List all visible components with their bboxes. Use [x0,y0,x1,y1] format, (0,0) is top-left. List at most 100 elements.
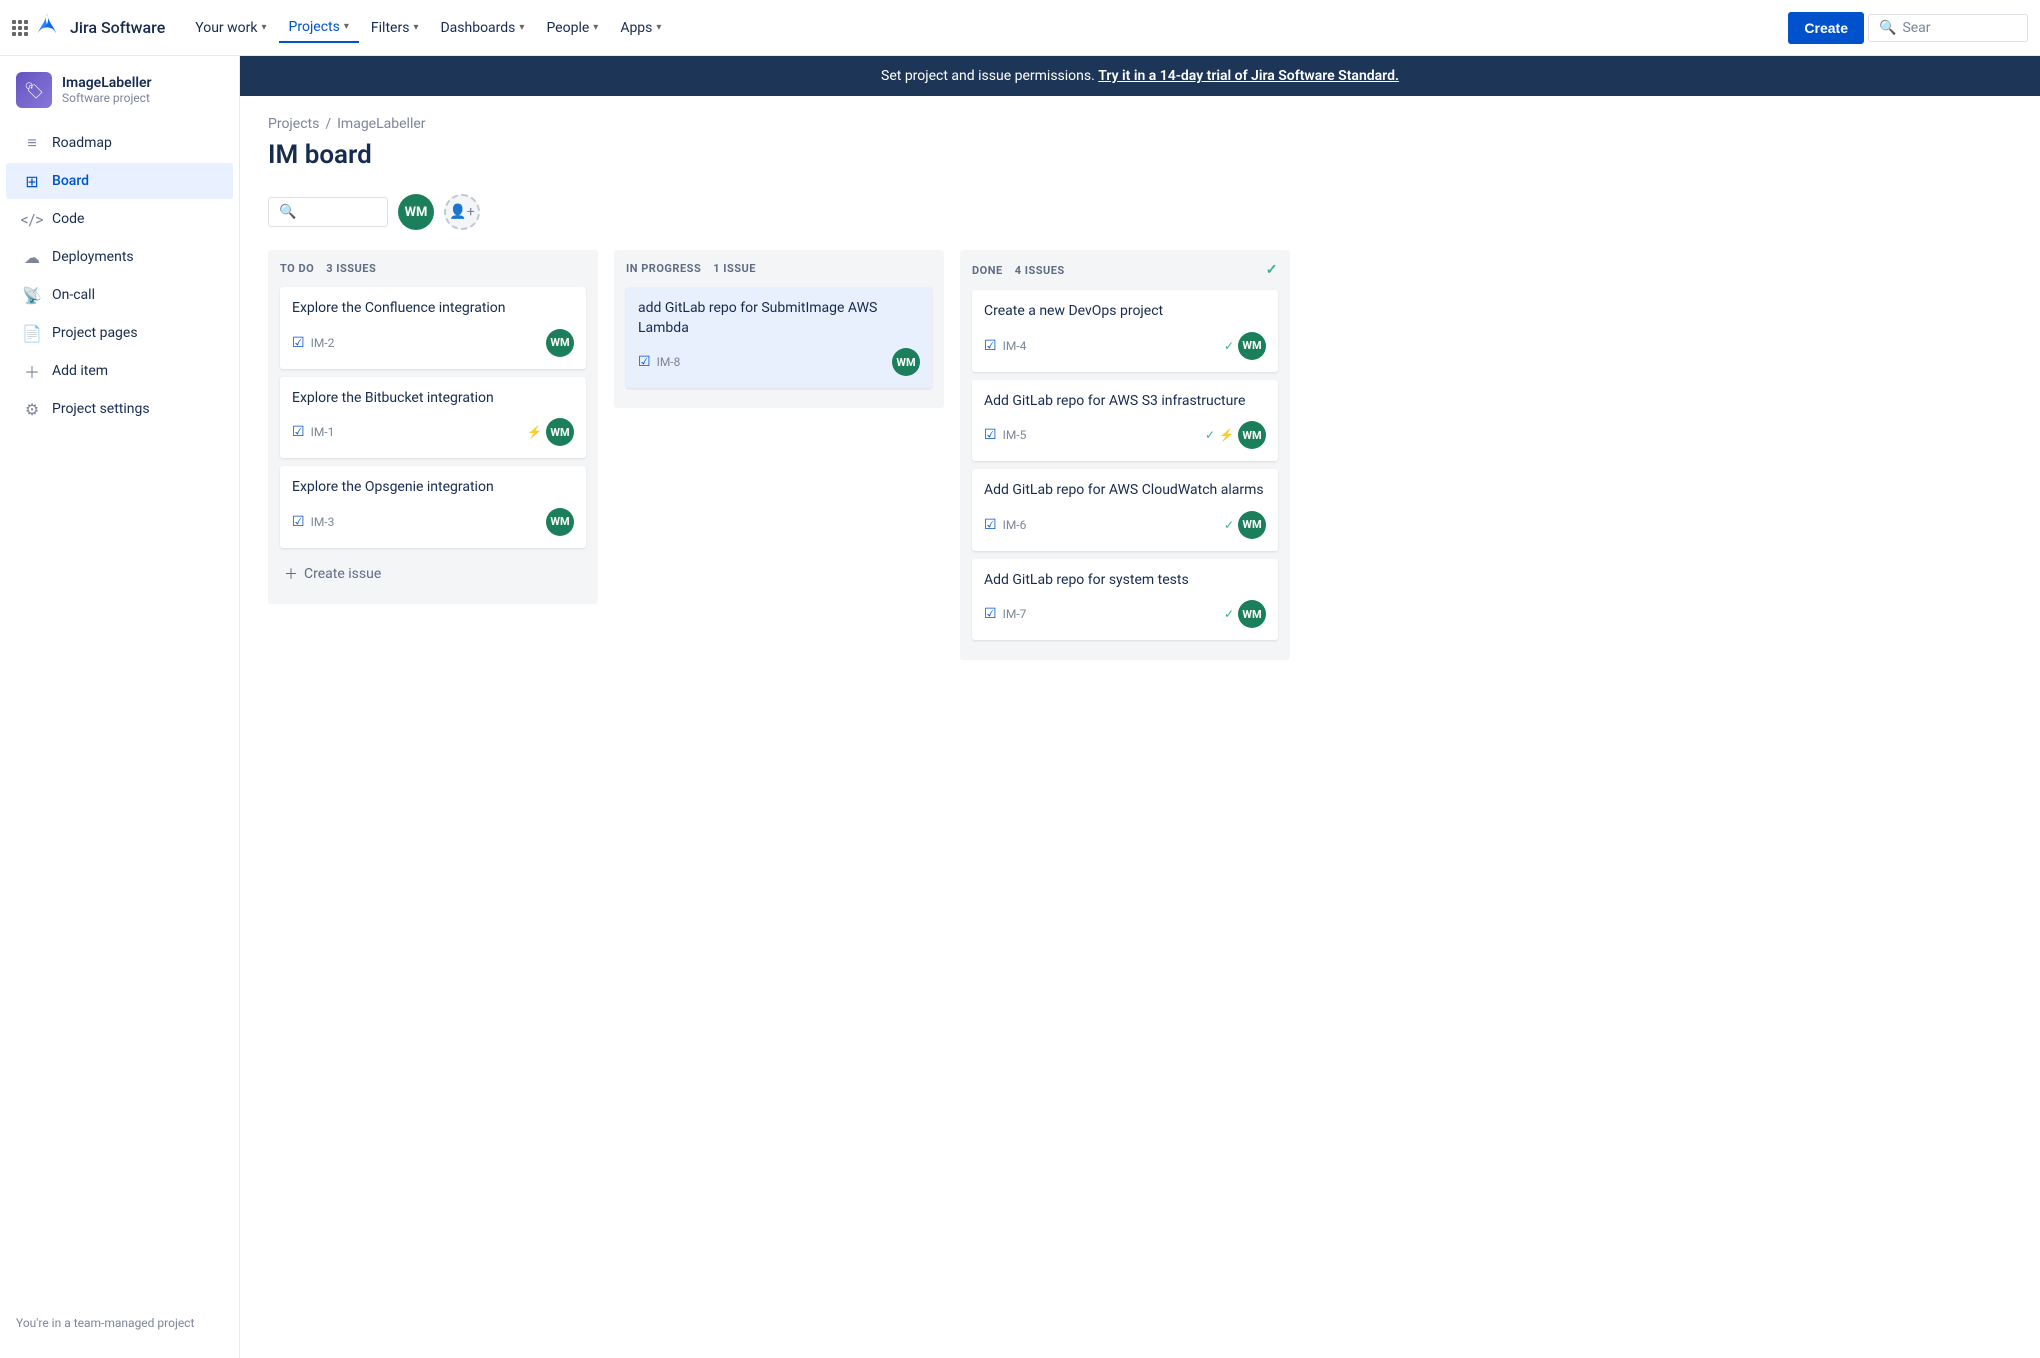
trial-link[interactable]: Try it in a 14-day trial of Jira Softwar… [1098,68,1399,84]
card-avatar: WM [1238,332,1266,360]
board-icon: ⊞ [22,171,42,191]
column-title: TO DO [280,262,314,275]
chevron-down-icon: ▾ [593,22,598,33]
card-title: Explore the Confluence integration [292,299,574,319]
nav-apps[interactable]: Apps ▾ [610,14,671,42]
sidebar-item-label: Add item [52,363,108,379]
pages-icon: 📄 [22,323,42,343]
logo-text: Jira Software [70,18,165,37]
card-checkbox-icon: ☑ [292,424,305,440]
card-icons: WM [892,348,920,376]
deployments-icon: ☁ [22,247,42,267]
card-avatar: WM [546,418,574,446]
user-avatar-wm[interactable]: WM [398,194,434,230]
card-id: IM-4 [1003,339,1027,353]
card-id: IM-2 [311,336,335,350]
check-icon: ✓ [1224,518,1234,532]
check-icon: ✓ [1224,607,1234,621]
sidebar-item-label: Board [52,173,89,189]
project-avatar: 🏷 [16,72,52,108]
create-issue-label: Create issue [304,566,381,582]
main-content: Set project and issue permissions. Try i… [240,56,2040,1358]
board-card[interactable]: Create a new DevOps project ☑ IM-4 ✓WM [972,290,1278,372]
card-title: Explore the Opsgenie integration [292,478,574,498]
nav-people[interactable]: People ▾ [536,14,608,42]
card-icons: ✓WM [1224,332,1266,360]
link-icon: ⚡ [1219,428,1234,442]
column-title: DONE [972,264,1003,277]
nav-projects[interactable]: Projects ▾ [279,13,359,43]
sidebar-item-label: Roadmap [52,135,112,151]
card-icons: ✓ WM [1224,600,1266,628]
column-header: TO DO 3 ISSUES [280,262,586,275]
card-icons: ✓WM [1224,511,1266,539]
sidebar-item-project-pages[interactable]: 📄 Project pages [6,315,233,351]
card-footer: ☑IM-7✓WM [984,600,1266,628]
create-button[interactable]: Create [1788,12,1864,44]
card-checkbox-icon: ☑ [292,514,305,530]
sidebar-item-add-item[interactable]: ＋ Add item [6,353,233,389]
column-count: 1 ISSUE [713,262,756,275]
board-column-0: TO DO 3 ISSUES Explore the Confluence inte… [268,250,598,604]
logo[interactable]: Jira Software [32,13,165,43]
create-issue-button[interactable]: ＋ Create issue [280,556,586,592]
card-checkbox-icon: ☑ [984,338,997,354]
global-search[interactable]: 🔍 Sear [1868,14,2028,42]
breadcrumb-projects[interactable]: Projects [268,116,319,132]
board-card[interactable]: Add GitLab repo for AWS CloudWatch alarm… [972,469,1278,551]
card-meta: ☑IM-1 [292,424,334,440]
sidebar-item-oncall[interactable]: 📡 On-call [6,277,233,313]
card-id: IM-6 [1003,518,1027,532]
nav-your-work[interactable]: Your work ▾ [185,14,276,42]
board-card[interactable]: Explore the Opsgenie integration ☑IM-3 WM [280,466,586,548]
app-switcher-icon[interactable] [12,20,28,36]
card-avatar: WM [1238,600,1266,628]
card-meta: ☑IM-3 [292,514,334,530]
board-card[interactable]: Explore the Confluence integration☑IM-2W… [280,287,586,369]
card-title: Create a new DevOps project [984,302,1266,322]
sidebar-item-code[interactable]: </> Code [6,201,233,237]
card-footer: ☑IM-6✓WM [984,511,1266,539]
board-card[interactable]: add GitLab repo for SubmitImage AWS Lamb… [626,287,932,388]
search-icon: 🔍 [279,204,296,220]
sidebar-item-deployments[interactable]: ☁ Deployments [6,239,233,275]
trial-banner: Set project and issue permissions. Try i… [240,56,2040,96]
sidebar-item-label: Code [52,211,84,227]
card-footer: ☑IM-8WM [638,348,920,376]
card-title: Add GitLab repo for AWS CloudWatch alarm… [984,481,1266,501]
check-icon: ✓ [1205,428,1215,442]
nav-filters[interactable]: Filters ▾ [361,14,429,42]
settings-icon: ⚙ [22,399,42,419]
board-card[interactable]: Add GitLab repo for AWS S3 infrastructur… [972,380,1278,462]
sidebar-item-board[interactable]: ⊞ Board [6,163,233,199]
sidebar-footer: You're in a team-managed project [0,1304,239,1342]
top-navigation: Jira Software Your work ▾ Projects ▾ Fil… [0,0,2040,56]
board-search-box[interactable]: 🔍 [268,197,388,227]
card-footer: ☑IM-1⚡WM [292,418,574,446]
sidebar-item-label: Project settings [52,401,150,417]
card-avatar: WM [546,508,574,536]
chevron-down-icon: ▾ [413,22,418,33]
card-id: IM-5 [1003,428,1027,442]
board-search-input[interactable] [302,204,382,220]
card-title: Add GitLab repo for system tests [984,571,1266,591]
card-avatar: WM [546,329,574,357]
sidebar-item-roadmap[interactable]: ≡ Roadmap [6,125,233,161]
breadcrumb: Projects / ImageLabeller [268,116,2012,132]
add-assignee-button[interactable]: 👤+ [444,194,480,230]
breadcrumb-separator: / [325,116,331,132]
nav-dashboards[interactable]: Dashboards ▾ [430,14,534,42]
column-count: 3 ISSUES [326,262,376,275]
card-title: Add GitLab repo for AWS S3 infrastructur… [984,392,1266,412]
project-header: 🏷 ImageLabeller Software project [0,72,239,124]
card-title: add GitLab repo for SubmitImage AWS Lamb… [638,299,920,338]
sidebar-item-label: On-call [52,287,95,303]
card-footer: ☑ IM-4 ✓WM [984,332,1266,360]
board-card[interactable]: Explore the Bitbucket integration☑IM-1⚡W… [280,377,586,459]
plus-icon: ＋ [284,564,298,584]
board-column-2: DONE4 ISSUES✓Create a new DevOps project… [960,250,1290,660]
board-card[interactable]: Add GitLab repo for system tests☑IM-7✓WM [972,559,1278,641]
code-icon: </> [22,209,42,229]
sidebar-item-project-settings[interactable]: ⚙ Project settings [6,391,233,427]
card-avatar: WM [1238,421,1266,449]
